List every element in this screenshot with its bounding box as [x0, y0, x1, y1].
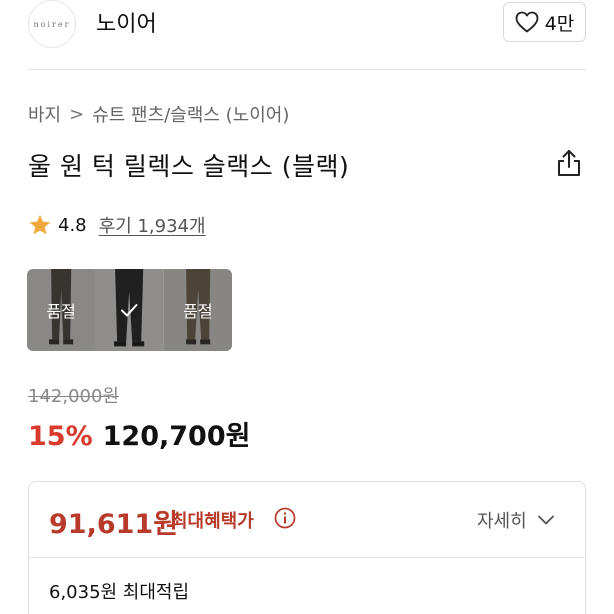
brand-bar: noirer 노이어 4만: [0, 0, 614, 70]
sold-out-label: 품절: [46, 302, 76, 321]
info-icon[interactable]: [274, 507, 296, 529]
discount-rate: 15%: [28, 421, 93, 452]
max-benefit-price: 91,611원: [49, 509, 179, 540]
like-button[interactable]: 4만: [503, 2, 586, 42]
chevron-down-icon: [537, 515, 554, 525]
review-link[interactable]: 후기 1,934개: [99, 212, 206, 238]
breadcrumb: 바지 > 슈트 팬츠/슬랙스 (노이어): [28, 101, 289, 127]
heart-icon: [515, 11, 539, 33]
detail-label: 자세히: [477, 511, 527, 532]
header-divider: [28, 69, 586, 70]
brand-logo[interactable]: noirer: [28, 0, 76, 48]
benefit-card: 91,611원 최대혜택가 자세히 6,035원 최대적립: [28, 481, 586, 614]
card-divider: [29, 557, 585, 558]
variant-option-3[interactable]: 품절: [163, 269, 232, 351]
variant-option-2[interactable]: [95, 269, 164, 351]
product-title: 울 원 턱 릴렉스 슬랙스 (블랙): [28, 152, 350, 181]
rating: 4.8 후기 1,934개: [28, 212, 206, 238]
price-row: 15% 120,700원: [28, 414, 250, 453]
check-icon: [121, 304, 138, 317]
color-variant-selector: 품절 품절: [27, 269, 232, 351]
max-points: 6,035원 최대적립: [49, 582, 190, 603]
rating-score: 4.8: [58, 214, 87, 236]
star-icon: [29, 214, 51, 235]
max-benefit-label: 최대혜택가: [171, 511, 254, 532]
sold-out-label: 품절: [183, 302, 213, 321]
original-price: 142,000원: [28, 386, 119, 407]
detail-button[interactable]: 자세히: [477, 507, 555, 533]
breadcrumb-item-slacks[interactable]: 슈트 팬츠/슬랙스 (노이어): [92, 101, 289, 127]
breadcrumb-separator: >: [69, 103, 85, 125]
like-count: 4만: [544, 12, 575, 35]
variant-option-1[interactable]: 품절: [27, 269, 96, 351]
breadcrumb-item-pants[interactable]: 바지: [28, 101, 61, 127]
brand-name[interactable]: 노이어: [96, 6, 157, 38]
sale-price: 120,700원: [102, 421, 251, 452]
share-icon[interactable]: [555, 148, 583, 178]
